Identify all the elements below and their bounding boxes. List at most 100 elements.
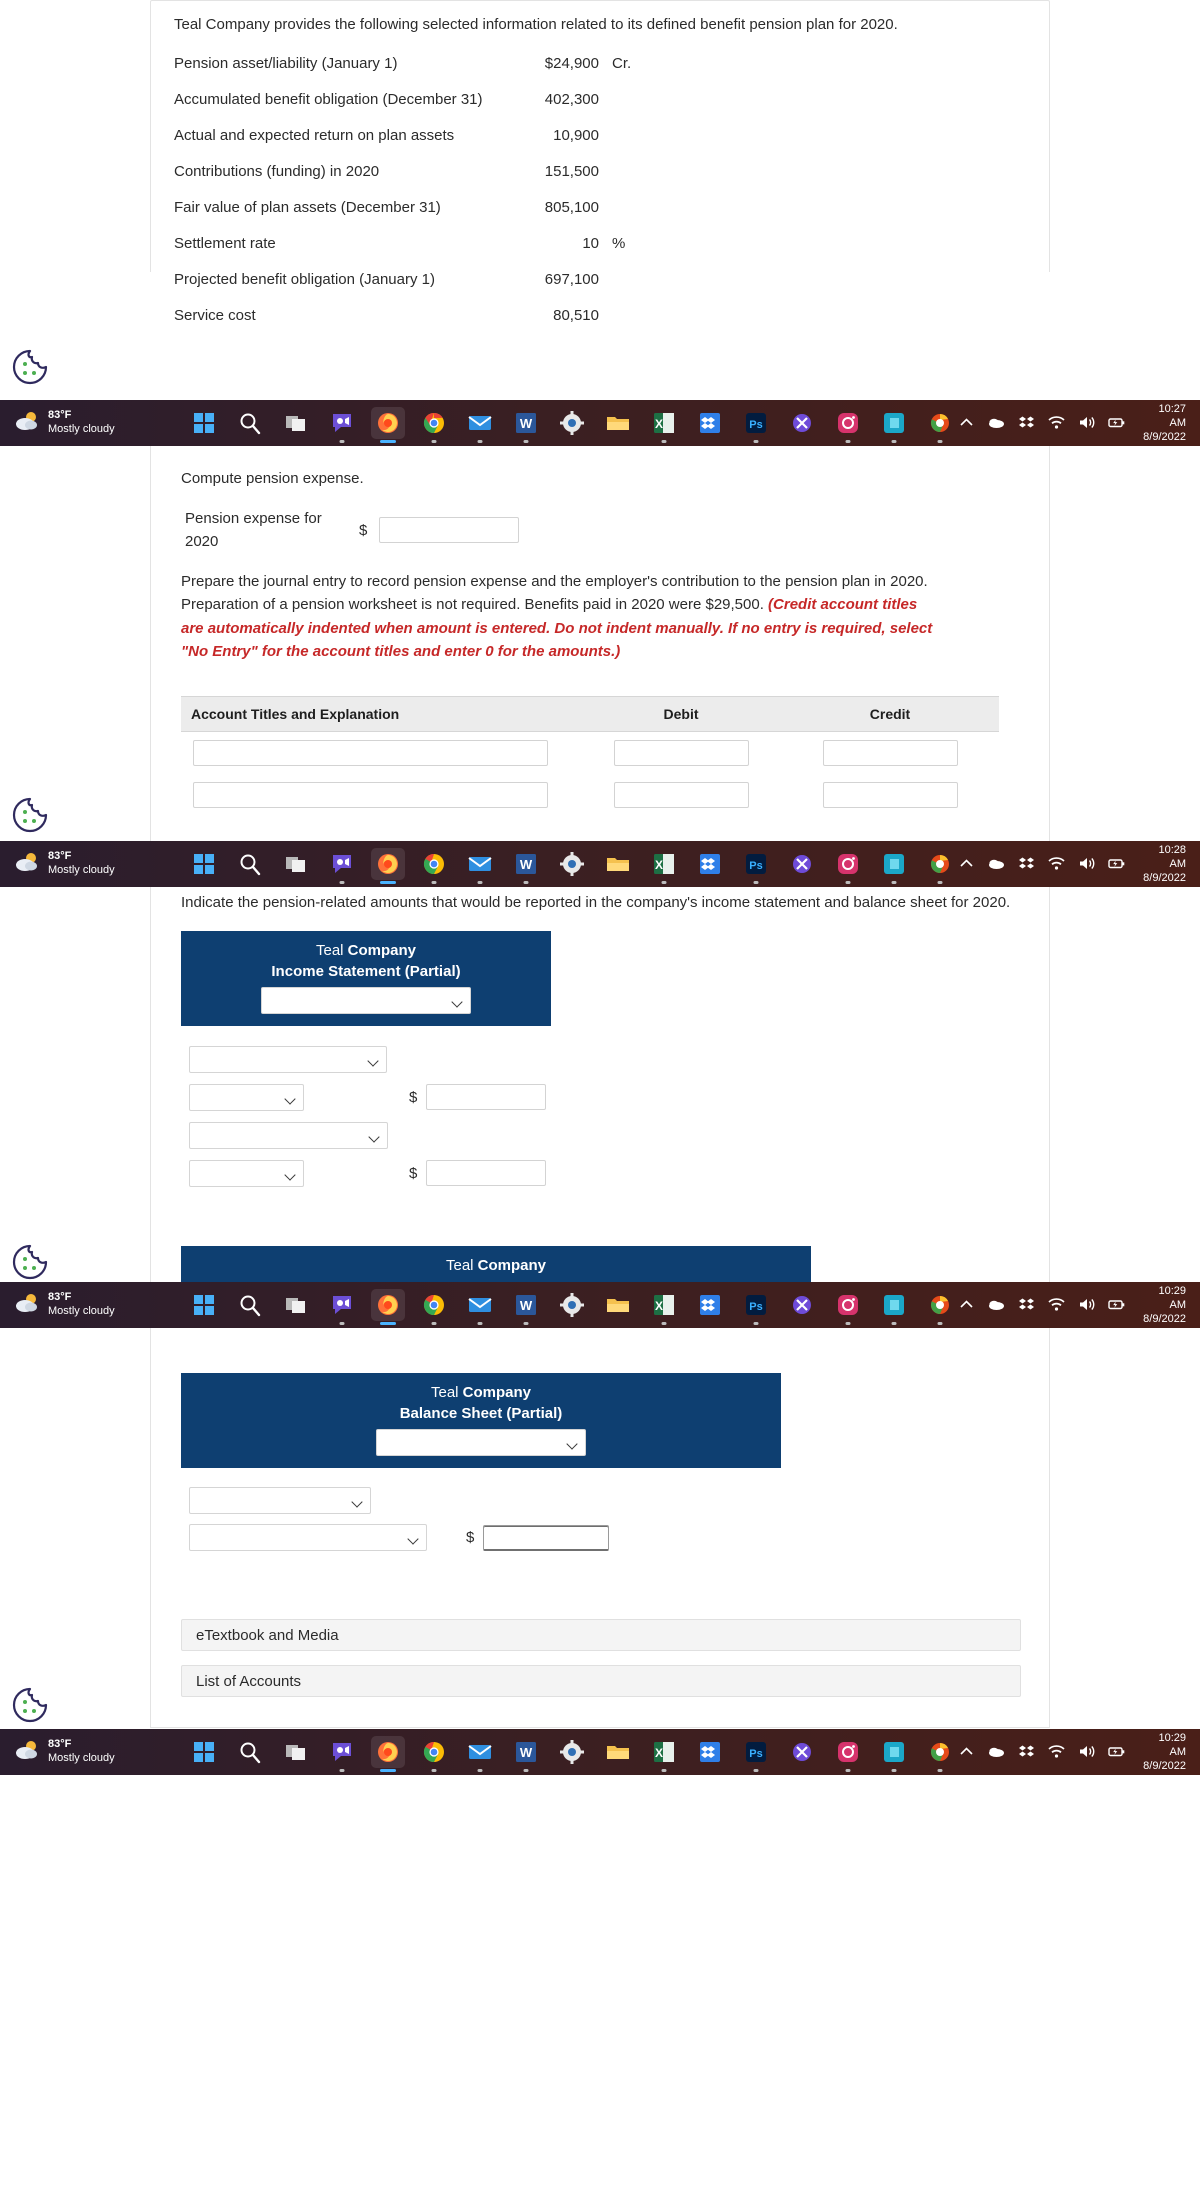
search-icon[interactable] [233, 1736, 267, 1768]
taskbar-system-tray[interactable]: 10:29 AM 8/9/2022 [957, 1284, 1200, 1327]
chrome-icon[interactable] [417, 1289, 451, 1325]
windows-taskbar[interactable]: 83°F Mostly cloudy W X Ps [0, 400, 1200, 446]
teams-chat-icon[interactable] [325, 1736, 359, 1772]
settings-icon[interactable] [555, 848, 589, 880]
balance-sheet-header-select[interactable] [376, 1429, 586, 1456]
income-statement-header-select[interactable] [261, 987, 471, 1014]
chrome-icon[interactable] [417, 1736, 451, 1772]
file-explorer-icon[interactable] [601, 1289, 635, 1321]
cookie-consent-badge[interactable] [10, 795, 50, 835]
wifi-icon[interactable] [1047, 1295, 1066, 1314]
debit-input[interactable] [613, 782, 749, 808]
volume-icon[interactable] [1077, 854, 1096, 873]
search-icon[interactable] [233, 1289, 267, 1321]
chrome-icon[interactable] [417, 848, 451, 884]
onedrive-icon[interactable] [987, 854, 1006, 873]
onedrive-icon[interactable] [987, 413, 1006, 432]
taskbar-weather-widget[interactable]: 83°F Mostly cloudy [0, 1737, 187, 1768]
xd-icon[interactable] [785, 848, 819, 880]
battery-icon[interactable] [1107, 1742, 1126, 1761]
mail-icon[interactable] [463, 1736, 497, 1772]
xd-icon[interactable] [785, 407, 819, 439]
credit-input[interactable] [822, 782, 958, 808]
dropbox-icon[interactable] [693, 848, 727, 880]
instagram-icon[interactable] [831, 1736, 865, 1772]
taskbar-clock[interactable]: 10:28 AM 8/9/2022 [1137, 843, 1186, 886]
list-of-accounts-button[interactable]: List of Accounts [181, 1665, 1021, 1697]
debit-input[interactable] [613, 740, 749, 766]
search-icon[interactable] [233, 407, 267, 439]
taskbar-weather-widget[interactable]: 83°F Mostly cloudy [0, 849, 187, 880]
file-explorer-icon[interactable] [601, 1736, 635, 1768]
line-amount-input[interactable] [426, 1084, 547, 1110]
taskbar-weather-widget[interactable]: 83°F Mostly cloudy [0, 408, 187, 439]
line-item-select[interactable] [189, 1121, 388, 1149]
taskbar-clock[interactable]: 10:29 AM 8/9/2022 [1137, 1284, 1186, 1327]
onedrive-icon[interactable] [987, 1742, 1006, 1761]
dropbox-tray-icon[interactable] [1017, 1742, 1036, 1761]
file-explorer-icon[interactable] [601, 848, 635, 880]
windows-start-icon[interactable] [187, 407, 221, 439]
firefox-icon[interactable] [371, 1736, 406, 1768]
photoshop-icon[interactable]: Ps [739, 1289, 773, 1325]
line-amount-input[interactable] [483, 1524, 610, 1551]
app-icon[interactable] [923, 407, 957, 443]
battery-icon[interactable] [1107, 854, 1126, 873]
taskbar-app-icons[interactable]: W X Ps [187, 1289, 957, 1325]
firefox-icon[interactable] [371, 1289, 406, 1321]
dropbox-tray-icon[interactable] [1017, 413, 1036, 432]
xd-icon[interactable] [785, 1736, 819, 1768]
settings-icon[interactable] [555, 1289, 589, 1321]
instagram-icon[interactable] [831, 848, 865, 884]
taskbar-app-icons[interactable]: W X Ps [187, 1736, 957, 1772]
mail-icon[interactable] [463, 848, 497, 884]
line-item-select[interactable] [189, 1045, 387, 1073]
excel-icon[interactable]: X [647, 407, 681, 443]
windows-taskbar[interactable]: 83°F Mostly cloudy W X Ps [0, 841, 1200, 887]
volume-icon[interactable] [1077, 1295, 1096, 1314]
account-title-input[interactable] [193, 740, 548, 766]
teams-chat-icon[interactable] [325, 1289, 359, 1325]
windows-taskbar[interactable]: 83°F Mostly cloudy W X Ps [0, 1282, 1200, 1328]
taskbar-system-tray[interactable]: 10:27 AM 8/9/2022 [957, 402, 1200, 445]
windows-start-icon[interactable] [187, 1736, 221, 1768]
line-item-select[interactable] [189, 1159, 304, 1187]
wifi-icon[interactable] [1047, 1742, 1066, 1761]
settings-icon[interactable] [555, 1736, 589, 1768]
xd-icon[interactable] [785, 1289, 819, 1321]
word-icon[interactable]: W [509, 1736, 543, 1772]
teams-chat-icon[interactable] [325, 407, 359, 443]
chrome-icon[interactable] [417, 407, 451, 443]
wifi-icon[interactable] [1047, 854, 1066, 873]
dropbox-icon[interactable] [693, 407, 727, 439]
word-icon[interactable]: W [509, 1289, 543, 1325]
word-icon[interactable]: W [509, 848, 543, 884]
onedrive-icon[interactable] [987, 1295, 1006, 1314]
wifi-icon[interactable] [1047, 413, 1066, 432]
taskbar-app-icons[interactable]: W X Ps [187, 848, 957, 884]
chevron-up-icon[interactable] [957, 854, 976, 873]
windows-taskbar[interactable]: 83°F Mostly cloudy W X Ps [0, 1729, 1200, 1775]
settings-icon[interactable] [555, 407, 589, 439]
app-icon[interactable] [923, 1736, 957, 1772]
photoshop-icon[interactable]: Ps [739, 1736, 773, 1772]
photoshop-icon[interactable]: Ps [739, 848, 773, 884]
dropbox-icon[interactable] [693, 1289, 727, 1321]
volume-icon[interactable] [1077, 1742, 1096, 1761]
teams-chat-icon[interactable] [325, 848, 359, 884]
taskbar-system-tray[interactable]: 10:28 AM 8/9/2022 [957, 843, 1200, 886]
pension-expense-input[interactable] [379, 517, 520, 544]
line-amount-input[interactable] [426, 1160, 547, 1186]
taskbar-weather-widget[interactable]: 83°F Mostly cloudy [0, 1290, 187, 1321]
excel-icon[interactable]: X [647, 1736, 681, 1772]
etextbook-and-media-button[interactable]: eTextbook and Media [181, 1619, 1021, 1651]
volume-icon[interactable] [1077, 413, 1096, 432]
task-view-icon[interactable] [279, 407, 313, 439]
dropbox-tray-icon[interactable] [1017, 854, 1036, 873]
cookie-consent-badge[interactable] [10, 347, 50, 387]
excel-icon[interactable]: X [647, 848, 681, 884]
windows-start-icon[interactable] [187, 1289, 221, 1321]
credit-input[interactable] [822, 740, 958, 766]
chevron-up-icon[interactable] [957, 413, 976, 432]
firefox-icon[interactable] [371, 848, 406, 880]
